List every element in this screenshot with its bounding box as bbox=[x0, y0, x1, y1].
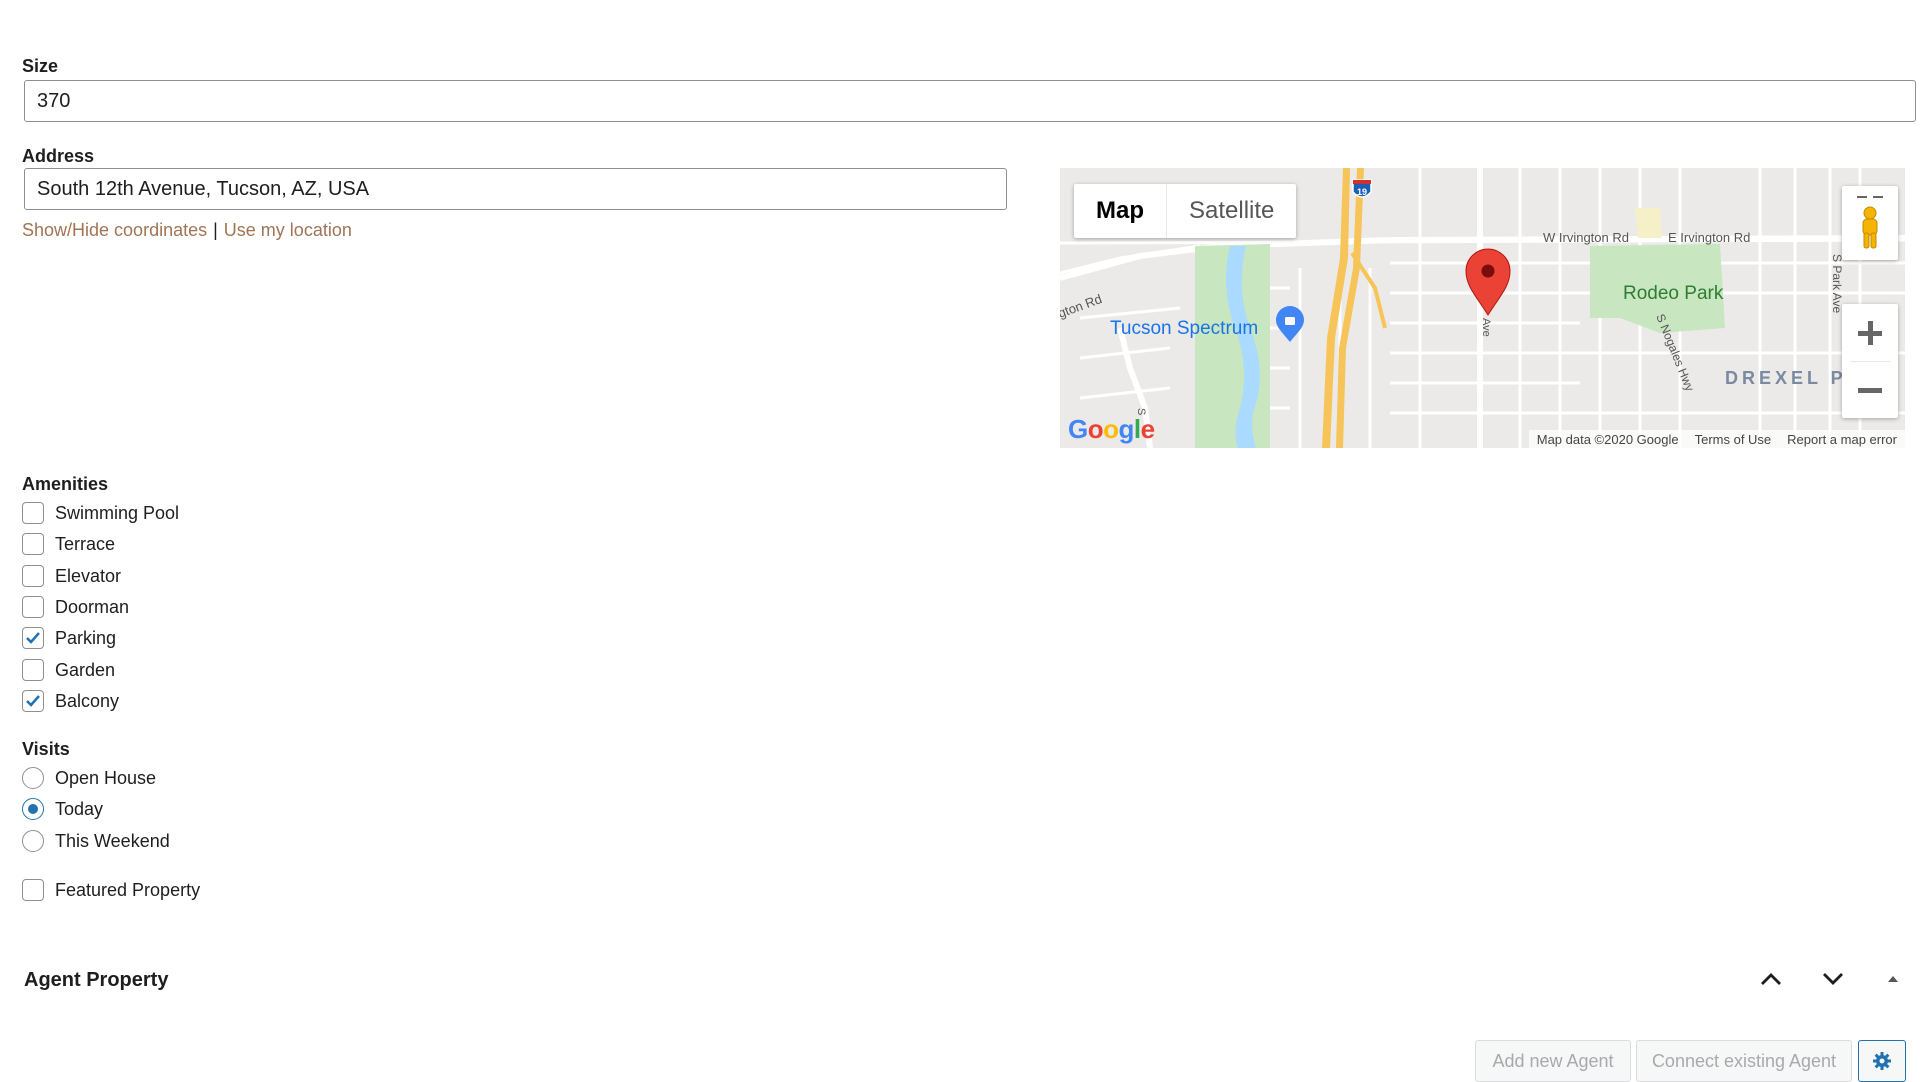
checkmark-icon bbox=[26, 632, 40, 644]
map-widget[interactable]: 19 W Irvington Rd E Irvington Rd gton Rd… bbox=[1060, 168, 1905, 448]
amenity-elevator[interactable]: Elevator bbox=[22, 562, 121, 590]
checkmark-icon bbox=[26, 695, 40, 707]
triangle-up-icon bbox=[1888, 976, 1898, 982]
amenity-label: Doorman bbox=[55, 596, 130, 617]
map-label-e-irvington: E Irvington Rd bbox=[1668, 230, 1750, 245]
report-map-error-link[interactable]: Report a map error bbox=[1779, 432, 1905, 447]
map-label-rodeo-park: Rodeo Park bbox=[1623, 283, 1724, 304]
plus-icon bbox=[1858, 320, 1882, 345]
link-separator: | bbox=[213, 220, 218, 240]
amenity-label: Swimming Pool bbox=[55, 502, 180, 523]
street-view-control[interactable] bbox=[1842, 186, 1898, 260]
chevron-down-icon bbox=[1823, 973, 1843, 985]
visit-this-weekend[interactable]: This Weekend bbox=[22, 827, 170, 855]
amenity-label: Elevator bbox=[55, 565, 122, 586]
move-down-button[interactable] bbox=[1816, 962, 1850, 996]
agent-settings-button[interactable] bbox=[1858, 1040, 1906, 1082]
amenity-swimming-pool[interactable]: Swimming Pool bbox=[22, 499, 179, 527]
address-links: Show/Hide coordinates | Use my location bbox=[22, 220, 352, 241]
google-logo: Google bbox=[1068, 414, 1155, 444]
checkbox[interactable] bbox=[22, 596, 44, 618]
minus-icon bbox=[1858, 388, 1882, 393]
chevron-up-icon bbox=[1761, 973, 1781, 985]
map-label-drexel: DREXEL P bbox=[1725, 368, 1847, 388]
map-label-ave: Ave bbox=[1480, 318, 1492, 337]
checkbox[interactable] bbox=[22, 659, 44, 681]
checkbox[interactable] bbox=[22, 565, 44, 587]
amenity-parking[interactable]: Parking bbox=[22, 624, 116, 652]
address-label: Address bbox=[22, 146, 95, 166]
add-new-agent-button[interactable]: Add new Agent bbox=[1475, 1040, 1631, 1082]
use-my-location-link[interactable]: Use my location bbox=[224, 220, 352, 241]
map-type-map-button[interactable]: Map bbox=[1074, 184, 1166, 238]
highway-shield-label: 19 bbox=[1357, 187, 1367, 197]
agent-panel-title: Agent Property bbox=[24, 969, 169, 991]
amenity-doorman[interactable]: Doorman bbox=[22, 593, 129, 621]
size-input[interactable] bbox=[24, 80, 1916, 122]
amenity-balcony[interactable]: Balcony bbox=[22, 687, 119, 715]
map-type-satellite-button[interactable]: Satellite bbox=[1167, 184, 1296, 238]
zoom-in-button[interactable] bbox=[1842, 304, 1898, 361]
map-label-tucson-spectrum: Tucson Spectrum bbox=[1110, 318, 1258, 339]
pegman-icon[interactable] bbox=[1855, 206, 1885, 250]
amenity-terrace[interactable]: Terrace bbox=[22, 530, 115, 558]
toggle-panel-button[interactable] bbox=[1876, 962, 1910, 996]
visits-label: Visits bbox=[22, 739, 70, 759]
checkbox[interactable] bbox=[22, 533, 44, 555]
visit-label: This Weekend bbox=[55, 830, 170, 851]
amenity-label: Balcony bbox=[55, 690, 120, 711]
gear-icon bbox=[1873, 1052, 1891, 1070]
map-type-control: Map Satellite bbox=[1074, 184, 1297, 238]
featured-property[interactable]: Featured Property bbox=[22, 876, 200, 904]
zoom-control bbox=[1842, 304, 1898, 418]
visit-label: Today bbox=[55, 798, 104, 819]
show-hide-coordinates-link[interactable]: Show/Hide coordinates bbox=[22, 220, 207, 241]
radio-button[interactable] bbox=[22, 767, 44, 789]
checkbox[interactable] bbox=[22, 502, 44, 524]
radio-button-selected[interactable] bbox=[22, 798, 44, 820]
location-marker-icon[interactable] bbox=[1465, 248, 1511, 316]
visit-label: Open House bbox=[55, 767, 157, 788]
map-label-w-irvington: W Irvington Rd bbox=[1543, 230, 1629, 245]
map-data-credit: Map data ©2020 Google bbox=[1536, 431, 1679, 447]
checkbox-checked[interactable] bbox=[22, 690, 44, 712]
amenity-label: Garden bbox=[55, 659, 116, 680]
amenity-garden[interactable]: Garden bbox=[22, 656, 115, 684]
radio-button[interactable] bbox=[22, 830, 44, 852]
move-up-button[interactable] bbox=[1754, 962, 1788, 996]
terms-of-use-link[interactable]: Terms of Use bbox=[1687, 432, 1780, 447]
featured-label: Featured Property bbox=[55, 879, 201, 900]
map-footer: Map data ©2020 Google Terms of Use Repor… bbox=[1528, 430, 1905, 448]
checkbox[interactable] bbox=[22, 879, 44, 901]
visit-open-house[interactable]: Open House bbox=[22, 764, 156, 792]
address-input[interactable] bbox=[24, 168, 1007, 210]
visit-today[interactable]: Today bbox=[22, 795, 103, 823]
amenity-label: Parking bbox=[55, 627, 117, 648]
amenities-label: Amenities bbox=[22, 474, 109, 494]
checkbox-checked[interactable] bbox=[22, 627, 44, 649]
fullscreen-icon[interactable] bbox=[1857, 196, 1883, 198]
connect-existing-agent-button[interactable]: Connect existing Agent bbox=[1636, 1040, 1852, 1082]
zoom-out-button[interactable] bbox=[1842, 362, 1898, 418]
amenity-label: Terrace bbox=[55, 533, 116, 554]
size-label: Size bbox=[22, 56, 59, 76]
